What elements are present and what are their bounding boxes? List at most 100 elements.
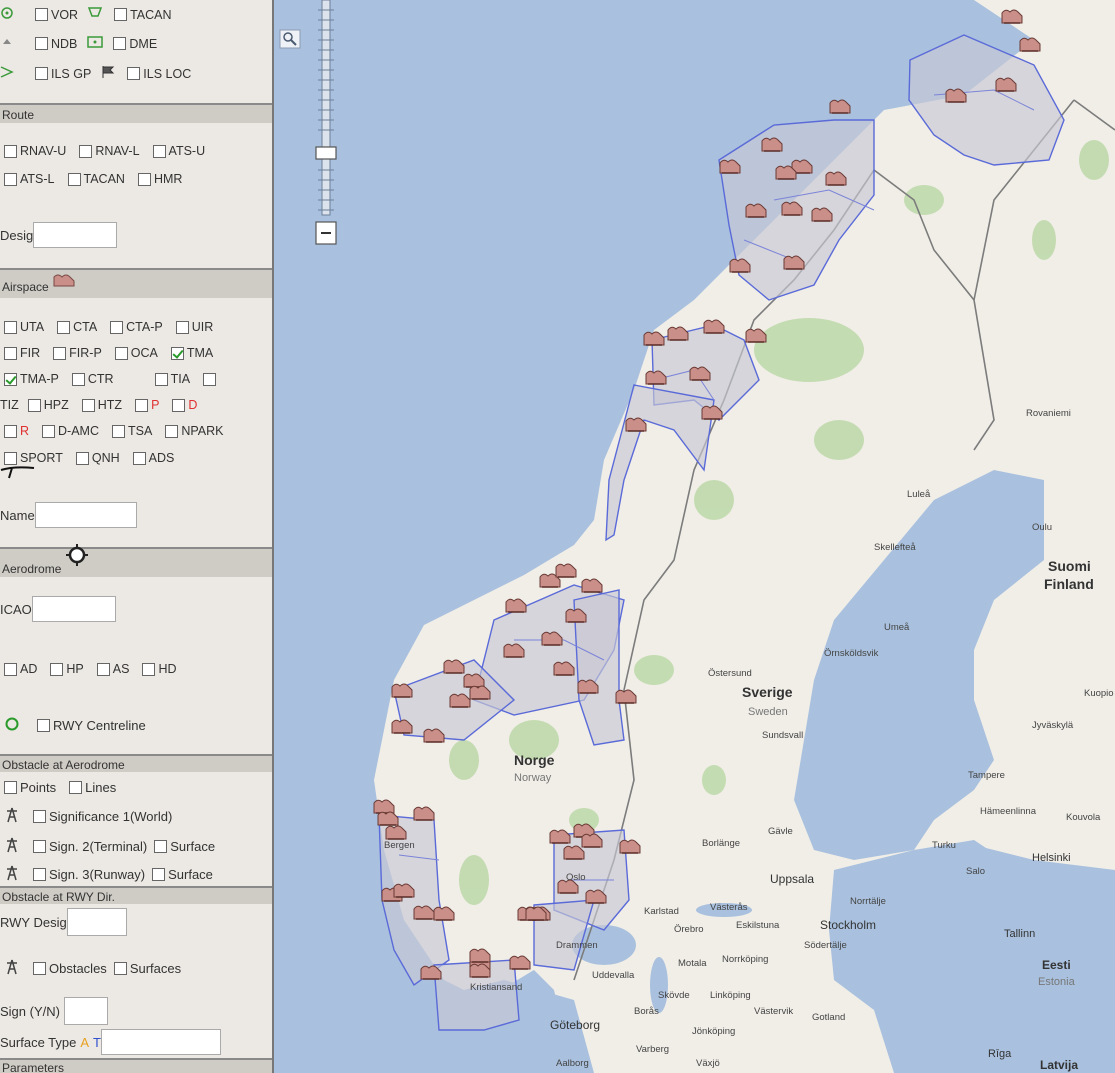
airspace-marker-icon[interactable] (944, 86, 968, 104)
fir-p-checkbox[interactable] (53, 346, 67, 360)
ats-u-checkbox[interactable] (152, 144, 166, 158)
tsa-checkbox[interactable] (112, 424, 125, 438)
sign-input[interactable] (63, 997, 108, 1025)
htz-checkbox[interactable] (81, 398, 95, 412)
ads-checkbox[interactable] (132, 451, 146, 465)
airspace-marker-icon[interactable] (384, 823, 408, 841)
airspace-marker-icon[interactable] (554, 561, 578, 579)
airspace-marker-icon[interactable] (448, 691, 472, 709)
d-amc-checkbox[interactable] (42, 424, 56, 438)
rwy-desig-input[interactable] (66, 908, 127, 936)
surface-type-input[interactable] (101, 1029, 221, 1055)
airspace-marker-icon[interactable] (502, 641, 526, 659)
airspace-marker-icon[interactable] (524, 904, 548, 922)
airspace-marker-icon[interactable] (782, 253, 806, 271)
airspace-marker-icon[interactable] (390, 717, 414, 735)
airspace-marker-icon[interactable] (618, 837, 642, 855)
rnav-l-checkbox[interactable] (79, 144, 93, 158)
airspace-marker-icon[interactable] (552, 659, 576, 677)
airspace-marker-icon[interactable] (810, 205, 834, 223)
airspace-marker-icon[interactable] (642, 329, 666, 347)
map-canvas[interactable]: Norge Norway Sverige Sweden Suomi Finlan… (274, 0, 1115, 1073)
airspace-marker-icon[interactable] (994, 75, 1018, 93)
tma-checkbox[interactable] (170, 346, 184, 360)
airspace-marker-icon[interactable] (644, 368, 668, 386)
airspace-marker-icon[interactable] (390, 681, 414, 699)
hpz-checkbox[interactable] (27, 398, 41, 412)
airspace-marker-icon[interactable] (540, 629, 564, 647)
airspace-marker-icon[interactable] (504, 596, 528, 614)
uta-checkbox[interactable] (4, 320, 17, 334)
airspace-marker-icon[interactable] (728, 256, 752, 274)
ad-checkbox[interactable] (4, 662, 17, 676)
qnh-checkbox[interactable] (75, 451, 89, 465)
rwy-obstacles-checkbox[interactable] (33, 962, 46, 975)
airspace-marker-icon[interactable] (760, 135, 784, 153)
zoom-slider[interactable] (315, 0, 337, 245)
airspace-marker-icon[interactable] (392, 881, 416, 899)
sig3-checkbox[interactable] (33, 868, 46, 881)
airspace-marker-icon[interactable] (688, 364, 712, 382)
cta-p-checkbox[interactable] (110, 320, 124, 334)
dme-checkbox[interactable] (113, 37, 127, 50)
lines-checkbox[interactable] (69, 781, 83, 794)
airspace-marker-icon[interactable] (1000, 7, 1024, 25)
airspace-marker-icon[interactable] (584, 887, 608, 905)
ils-loc-checkbox[interactable] (127, 67, 141, 80)
d-checkbox[interactable] (172, 398, 186, 412)
airspace-marker-icon[interactable] (666, 324, 690, 342)
icao-input[interactable] (31, 596, 116, 622)
airspace-marker-icon[interactable] (562, 843, 586, 861)
tia-checkbox[interactable] (154, 372, 168, 386)
airspace-marker-icon[interactable] (576, 677, 600, 695)
tiz-checkbox[interactable] (203, 372, 217, 386)
airspace-marker-icon[interactable] (508, 953, 532, 971)
npark-checkbox[interactable] (165, 424, 179, 438)
airspace-marker-icon[interactable] (614, 687, 638, 705)
airspace-marker-icon[interactable] (828, 97, 852, 115)
tma-p-checkbox[interactable] (4, 372, 17, 386)
airspace-marker-icon[interactable] (624, 415, 648, 433)
r-checkbox[interactable] (4, 424, 17, 438)
airspace-marker-icon[interactable] (744, 326, 768, 344)
airspace-marker-icon[interactable] (412, 804, 436, 822)
as-checkbox[interactable] (96, 662, 110, 676)
ils-gp-checkbox[interactable] (35, 67, 48, 80)
ats-l-checkbox[interactable] (4, 172, 17, 186)
airspace-marker-icon[interactable] (468, 961, 492, 979)
uir-checkbox[interactable] (175, 320, 189, 334)
sig2-surface-checkbox[interactable] (154, 840, 168, 853)
fir-checkbox[interactable] (4, 346, 17, 360)
name-input[interactable] (34, 502, 137, 528)
airspace-marker-icon[interactable] (422, 726, 446, 744)
airspace-marker-icon[interactable] (419, 963, 443, 981)
airspace-marker-icon[interactable] (580, 576, 604, 594)
airspace-marker-icon[interactable] (774, 163, 798, 181)
route-tacan-checkbox[interactable] (67, 172, 81, 186)
airspace-marker-icon[interactable] (718, 157, 742, 175)
airspace-marker-icon[interactable] (702, 317, 726, 335)
oca-checkbox[interactable] (114, 346, 128, 360)
ndb-checkbox[interactable] (35, 37, 48, 50)
hmr-checkbox[interactable] (137, 172, 151, 186)
airspace-marker-icon[interactable] (432, 904, 456, 922)
sig2-checkbox[interactable] (33, 840, 46, 853)
rwy-centreline-checkbox[interactable] (37, 719, 50, 732)
ctr-checkbox[interactable] (71, 372, 85, 386)
vor-checkbox[interactable] (35, 8, 48, 21)
airspace-marker-icon[interactable] (744, 201, 768, 219)
tacan-checkbox[interactable] (114, 8, 128, 21)
airspace-marker-icon[interactable] (824, 169, 848, 187)
p-checkbox[interactable] (135, 398, 149, 412)
airspace-marker-icon[interactable] (1018, 35, 1042, 53)
airspace-marker-icon[interactable] (700, 403, 724, 421)
cta-checkbox[interactable] (57, 320, 71, 334)
sig1-checkbox[interactable] (33, 810, 46, 823)
rnav-u-checkbox[interactable] (4, 144, 17, 158)
airspace-marker-icon[interactable] (780, 199, 804, 217)
airspace-marker-icon[interactable] (564, 606, 588, 624)
hp-checkbox[interactable] (50, 662, 64, 676)
hd-checkbox[interactable] (142, 662, 156, 676)
desig-input[interactable] (33, 222, 118, 248)
points-checkbox[interactable] (4, 781, 17, 794)
